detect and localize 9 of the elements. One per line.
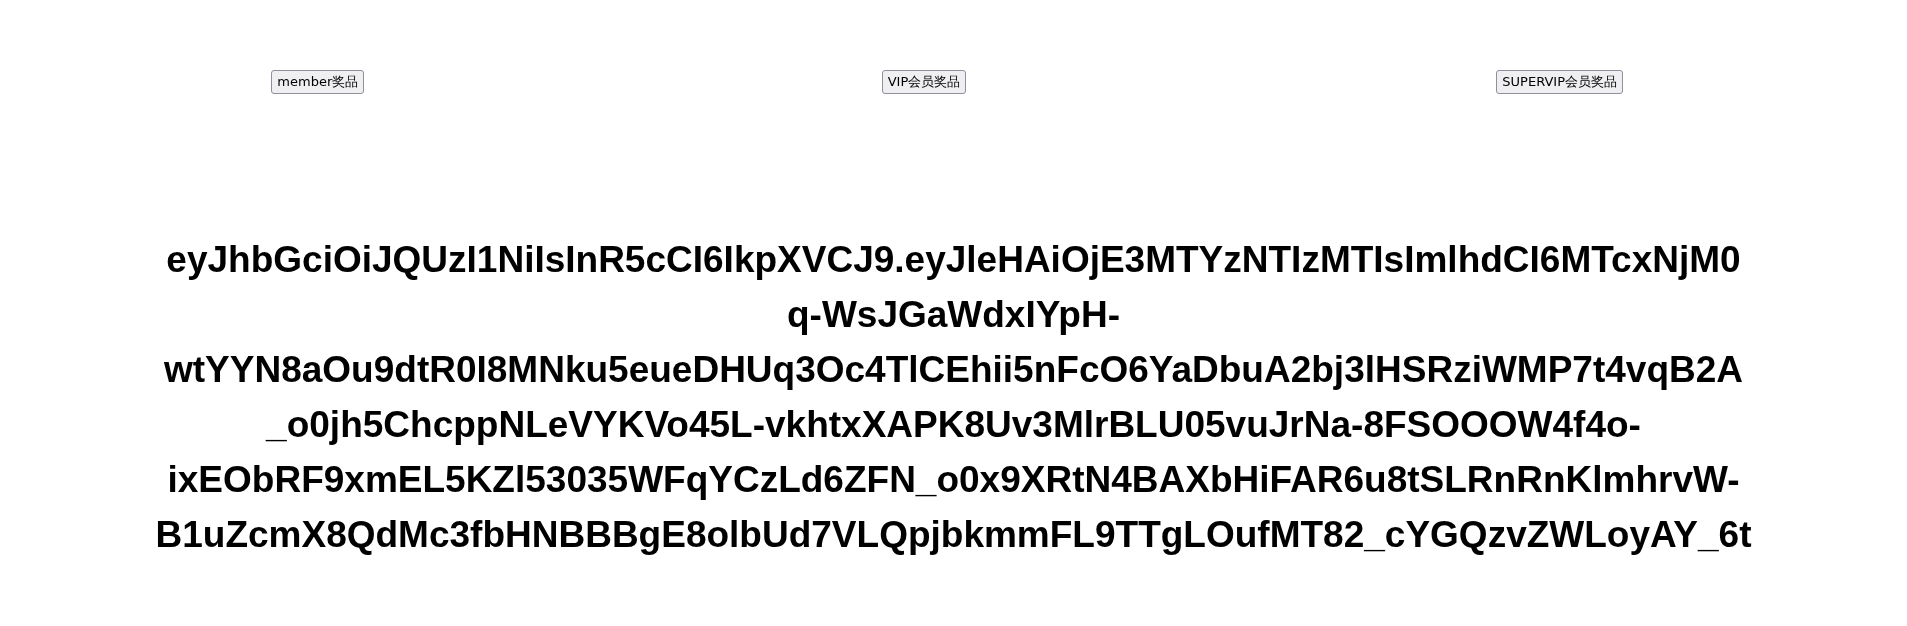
token-text-line: eyJhbGciOiJQUzI1NiIsInR5cCI6IkpXVCJ9.eyJleHAiOjE3MTYzNTIzMTIsImlhdCI6MTcxNjM0 (166, 238, 1741, 282)
token-text-line: _o0jh5ChcppNLeVYKVo45L-vkhtxXAPK8Uv3MlrBLU05vuJrNa-8FSOOOW4f4o- (266, 403, 1641, 447)
token-text-line: wtYYN8aOu9dtR0I8MNku5eueDHUq3Oc4TlCEhii5nFcO6YaDbuA2bj3lHSRziWMP7t4vqB2A (164, 348, 1743, 392)
token-text-line: q-WsJGaWdxIYpH- (787, 293, 1120, 337)
prize-button[interactable]: member奖品 (271, 70, 365, 94)
prize-button[interactable]: VIP会员奖品 (881, 70, 967, 94)
token-text-line: ixEObRF9xmEL5KZl53035WFqYCzLd6ZFN_o0x9XRtN4BAXbHiFAR6u8tSLRnRnKlmhrvW- (167, 458, 1740, 502)
token-text-line: B1uZcmX8QdMc3fbHNBBBgE8olbUd7VLQpjbkmmFL9TTgLOufMT82_cYGQzvZWLoyAY_6t (155, 513, 1752, 557)
prize-button[interactable]: SUPERVIP会员奖品 (1496, 70, 1624, 94)
